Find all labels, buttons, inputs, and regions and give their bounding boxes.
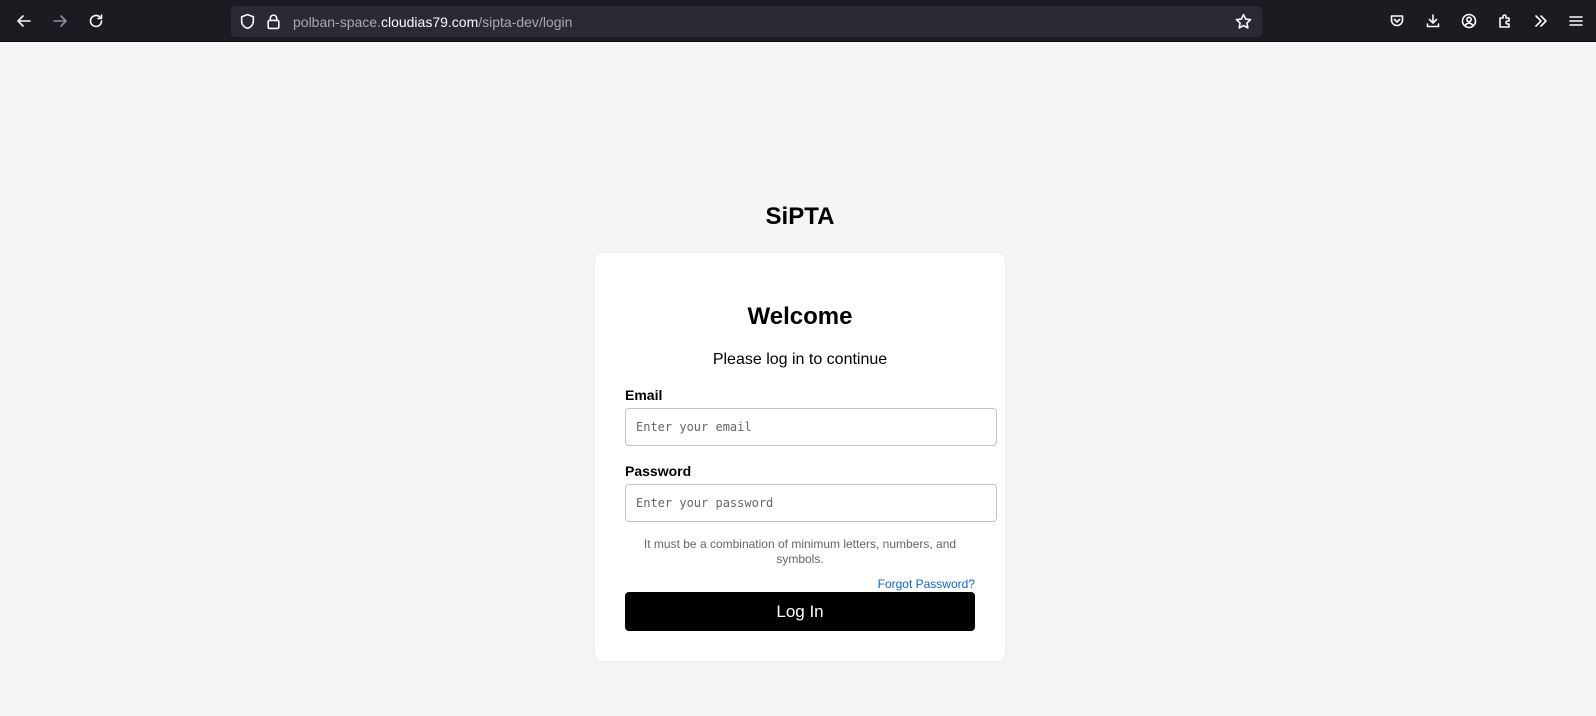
- menu-icon: [1569, 16, 1583, 26]
- pocket-button[interactable]: [1383, 7, 1411, 35]
- chevron-double-right-icon: [1535, 15, 1547, 27]
- pocket-icon: [1390, 15, 1404, 27]
- account-button[interactable]: [1455, 7, 1483, 35]
- password-hint: It must be a combination of minimum lett…: [643, 537, 957, 566]
- back-icon: [17, 15, 31, 27]
- email-field[interactable]: [625, 408, 997, 446]
- browser-toolbar: polban-space.cloudias79.com/sipta-dev/lo…: [0, 0, 1596, 42]
- url-prefix: polban-space.: [293, 14, 381, 30]
- email-label: Email: [625, 387, 663, 403]
- forgot-password-link[interactable]: Forgot Password?: [878, 577, 975, 591]
- shield-icon[interactable]: [239, 13, 256, 30]
- address-bar[interactable]: polban-space.cloudias79.com/sipta-dev/lo…: [231, 6, 1262, 37]
- login-subtitle: Please log in to continue: [712, 351, 888, 368]
- url-text[interactable]: polban-space.cloudias79.com/sipta-dev/lo…: [293, 14, 572, 30]
- password-label: Password: [625, 463, 692, 479]
- forward-button[interactable]: [46, 7, 74, 35]
- overflow-button[interactable]: [1527, 7, 1555, 35]
- reload-icon: [89, 14, 103, 28]
- login-card: Welcome Please log in to continue Email …: [595, 253, 1005, 661]
- app-title: SiPTA: [765, 203, 835, 230]
- star-icon[interactable]: [1235, 13, 1252, 30]
- password-field[interactable]: [625, 484, 997, 522]
- app-menu-button[interactable]: [1562, 7, 1590, 35]
- account-icon: [1461, 13, 1477, 29]
- login-button[interactable]: Log In: [625, 592, 975, 631]
- reload-button[interactable]: [82, 7, 110, 35]
- download-icon: [1426, 14, 1440, 28]
- lock-icon[interactable]: [265, 13, 282, 30]
- downloads-button[interactable]: [1419, 7, 1447, 35]
- url-path: /sipta-dev/login: [478, 14, 573, 30]
- extensions-button[interactable]: [1491, 7, 1519, 35]
- url-host: cloudias79.com: [380, 14, 479, 30]
- welcome-heading: Welcome: [747, 303, 853, 330]
- extensions-icon: [1499, 14, 1510, 28]
- back-button[interactable]: [10, 7, 38, 35]
- forward-icon: [53, 15, 67, 27]
